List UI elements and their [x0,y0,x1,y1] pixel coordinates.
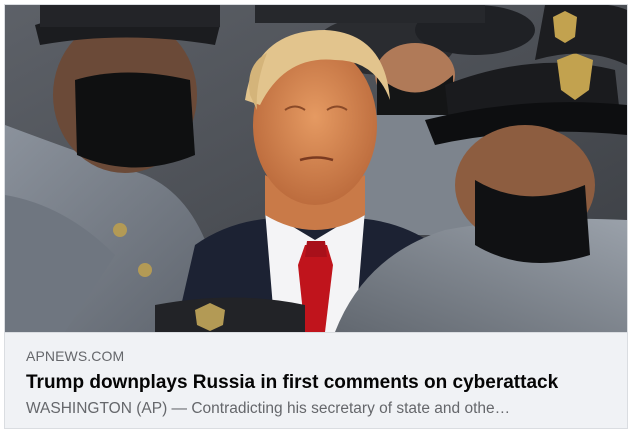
link-preview-card[interactable]: APNEWS.COM Trump downplays Russia in fir… [4,4,628,429]
article-photo[interactable] [5,5,627,332]
source-domain: APNEWS.COM [26,348,125,364]
article-summary: WASHINGTON (AP) — Contradicting his secr… [26,400,511,417]
article-headline[interactable]: Trump downplays Russia in first comments… [26,372,558,394]
link-preview-caption[interactable]: APNEWS.COM Trump downplays Russia in fir… [5,332,627,428]
